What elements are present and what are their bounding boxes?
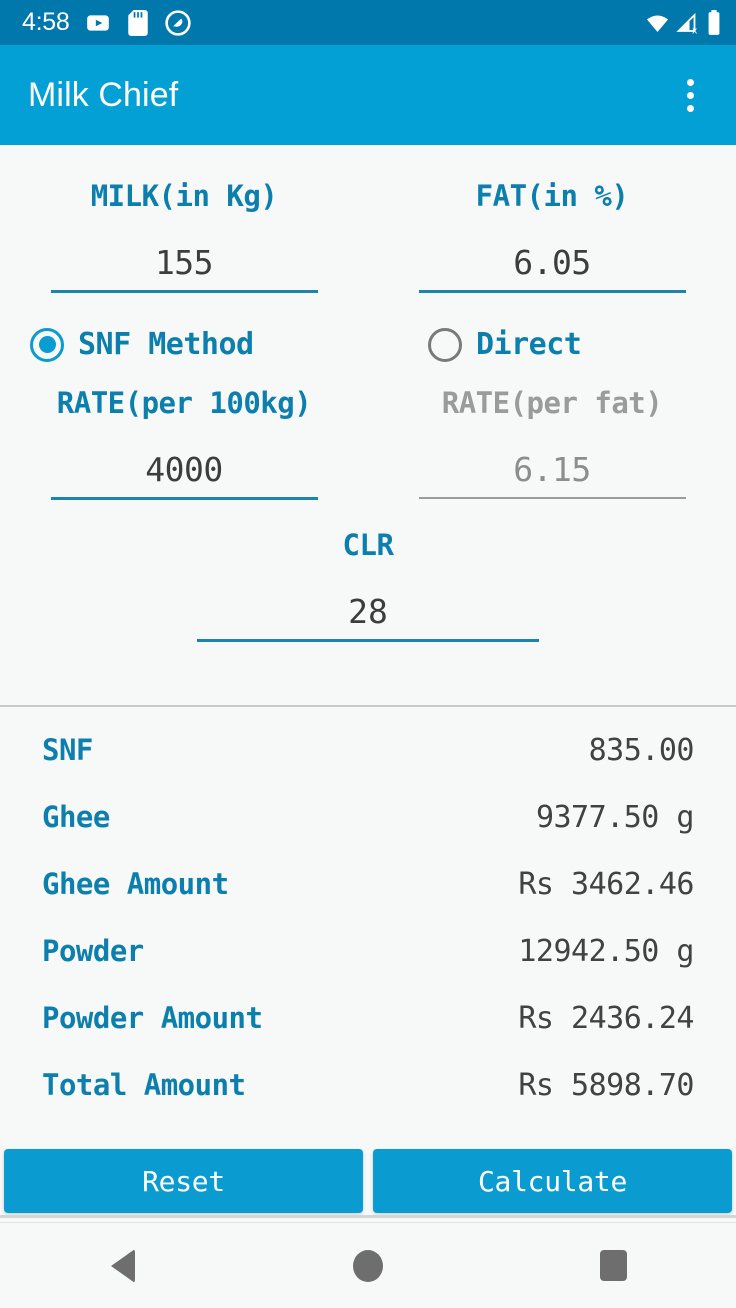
status-bar: 4:58 x	[0, 0, 736, 45]
result-label-powder-amount: Powder Amount	[42, 1001, 263, 1035]
recents-icon	[599, 1250, 627, 1281]
action-button-bar: Reset Calculate	[0, 1147, 736, 1215]
radio-snf-method-dot	[38, 336, 56, 353]
radio-direct-dot	[437, 336, 454, 353]
input-form: MILK(in Kg) FAT(in %) SNF Method Direct	[0, 145, 736, 705]
result-label-ghee-amount: Ghee Amount	[42, 867, 229, 901]
result-row-ghee-amount: Ghee Amount Rs 3462.46	[42, 867, 694, 934]
svg-text:x: x	[692, 26, 698, 35]
app-title: Milk Chief	[28, 75, 179, 114]
radio-direct-label: Direct	[476, 327, 582, 362]
overflow-dot-1	[686, 78, 694, 86]
result-value-total-amount: Rs 5898.70	[518, 1068, 694, 1103]
result-row-powder: Powder 12942.50 g	[42, 934, 694, 1001]
milk-label: MILK(in Kg)	[90, 179, 278, 213]
result-value-powder-amount: Rs 2436.24	[518, 1001, 694, 1036]
result-row-ghee: Ghee 9377.50 g	[42, 800, 695, 867]
youtube-play-icon	[87, 14, 110, 31]
nav-recents-button[interactable]	[573, 1236, 653, 1296]
overflow-menu-icon[interactable]	[666, 64, 714, 126]
fat-label: FAT(in %)	[475, 179, 629, 213]
back-icon	[110, 1248, 135, 1283]
milk-field-group: MILK(in Kg)	[0, 155, 368, 293]
rate-per-fat-input	[418, 442, 686, 499]
cellular-no-sim-icon: x	[676, 12, 698, 35]
phone-screen: 4:58 x Milk Chief MILK(in Kg) 155 FAT(in…	[0, 0, 736, 1308]
rate-per-100kg-group: RATE(per 100kg)	[0, 362, 368, 500]
result-value-ghee: 9377.50 g	[535, 800, 695, 835]
android-nav-bar	[0, 1222, 736, 1308]
rate-per-fat-group: RATE(per fat)	[368, 362, 736, 500]
milk-input[interactable]	[50, 235, 318, 293]
rate-per-fat-label: RATE(per fat)	[441, 386, 663, 420]
overflow-dot-2	[686, 91, 694, 99]
rate-row: RATE(per 100kg) RATE(per fat)	[0, 362, 736, 500]
result-row-powder-amount: Powder Amount Rs 2436.24	[42, 1001, 694, 1068]
app-bar: Milk Chief	[0, 45, 736, 145]
result-value-powder: 12942.50 g	[518, 934, 694, 969]
result-row-total-amount: Total Amount Rs 5898.70	[42, 1068, 694, 1135]
result-value-ghee-amount: Rs 3462.46	[518, 867, 694, 902]
radio-snf-method-icon	[30, 327, 64, 362]
nav-back-button[interactable]	[83, 1236, 163, 1296]
rate-per-100kg-input[interactable]	[50, 442, 318, 500]
sd-card-icon	[128, 9, 149, 36]
fat-input[interactable]	[418, 235, 686, 293]
nav-home-button[interactable]	[328, 1236, 408, 1296]
result-label-powder: Powder	[42, 934, 144, 968]
result-label-ghee: Ghee	[42, 800, 110, 834]
clr-label: CLR	[342, 528, 394, 562]
milk-fat-row: MILK(in Kg) FAT(in %)	[0, 155, 736, 293]
calculate-button[interactable]: Calculate	[373, 1149, 732, 1213]
radio-direct[interactable]: Direct	[368, 327, 736, 362]
radio-snf-method-label: SNF Method	[78, 327, 254, 362]
result-label-total-amount: Total Amount	[42, 1068, 246, 1102]
wifi-icon	[647, 15, 668, 32]
result-value-snf: 835.00	[588, 733, 695, 768]
status-bar-right: x	[644, 9, 722, 36]
home-icon	[352, 1249, 383, 1282]
reset-button[interactable]: Reset	[4, 1149, 363, 1213]
radio-snf-method[interactable]: SNF Method	[0, 327, 368, 362]
do-not-disturb-icon	[165, 9, 192, 36]
result-row-snf: SNF 835.00	[42, 733, 695, 800]
results-list: SNF 835.00 Ghee 9377.50 g Ghee Amount Rs…	[0, 707, 736, 1147]
result-label-snf: SNF	[42, 733, 93, 767]
radio-direct-icon	[428, 327, 462, 362]
clr-input[interactable]	[197, 584, 539, 642]
status-bar-left: 4:58	[22, 8, 644, 37]
button-bar-shadow	[0, 1215, 736, 1218]
method-radio-group: SNF Method Direct	[0, 327, 736, 362]
clr-field-group: CLR	[0, 500, 736, 642]
overflow-dot-3	[686, 104, 694, 112]
fat-field-group: FAT(in %)	[368, 155, 736, 293]
status-bar-clock: 4:58	[22, 8, 70, 36]
rate-per-100kg-label: RATE(per 100kg)	[56, 386, 312, 420]
battery-full-icon	[708, 9, 720, 35]
